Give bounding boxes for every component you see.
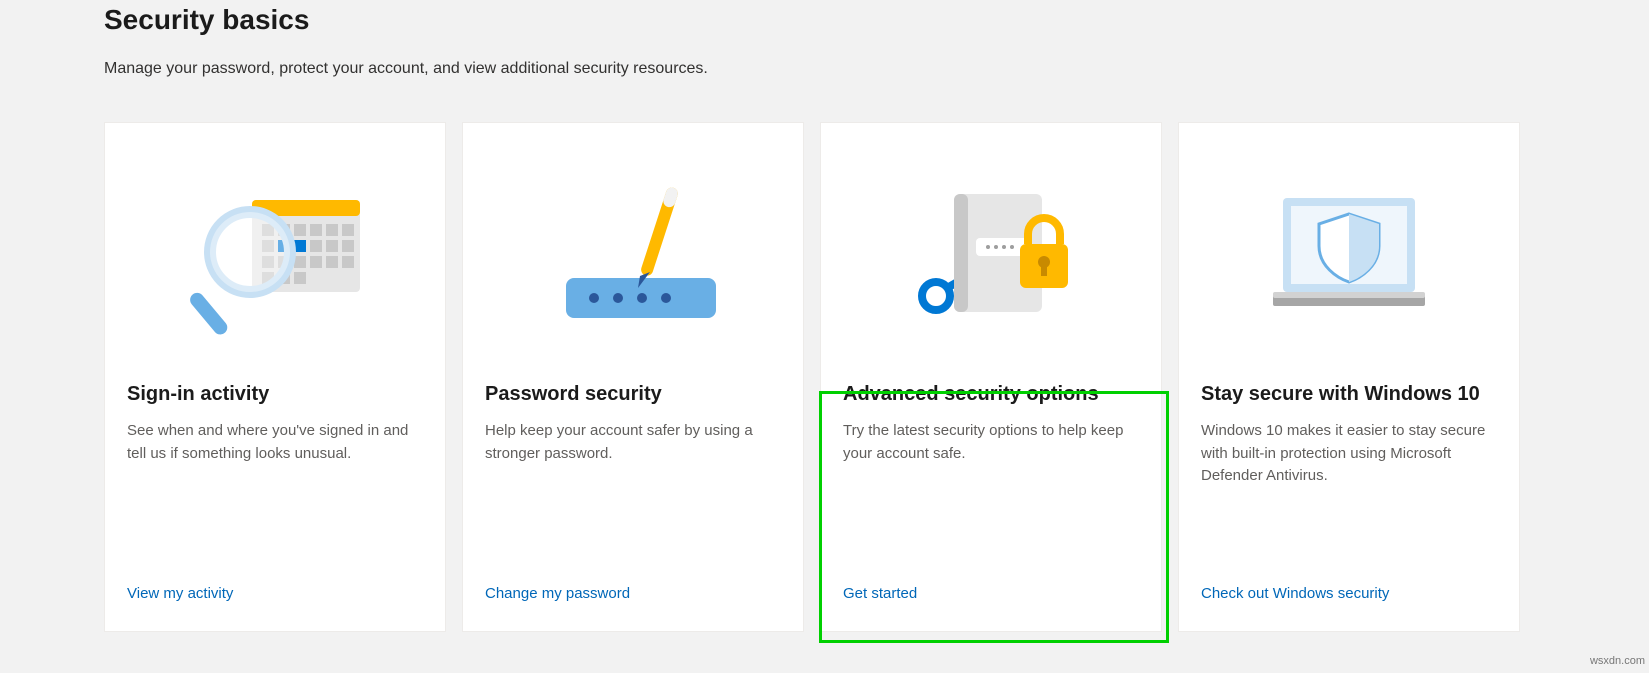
get-started-link[interactable]: Get started: [843, 585, 917, 602]
security-basics-page: Security basics Manage your password, pr…: [0, 4, 1649, 632]
page-subtitle: Manage your password, protect your accou…: [104, 60, 1649, 78]
card-body: Advanced security options Try the latest…: [821, 383, 1161, 585]
password-pen-icon: [463, 123, 803, 383]
card-title: Stay secure with Windows 10: [1201, 383, 1497, 406]
card-footer: Get started: [821, 585, 1161, 631]
card-body: Stay secure with Windows 10 Windows 10 m…: [1179, 383, 1519, 585]
card-footer: View my activity: [105, 585, 445, 631]
card-desc: Try the latest security options to help …: [843, 420, 1139, 465]
card-signin-activity[interactable]: Sign-in activity See when and where you'…: [104, 122, 446, 632]
card-windows-security[interactable]: Stay secure with Windows 10 Windows 10 m…: [1178, 122, 1520, 632]
lock-key-notebook-icon: [821, 123, 1161, 383]
page-title: Security basics: [104, 4, 1649, 36]
watermark: wsxdn.com: [1590, 655, 1645, 667]
card-desc: Help keep your account safer by using a …: [485, 420, 781, 465]
card-body: Sign-in activity See when and where you'…: [105, 383, 445, 585]
change-password-link[interactable]: Change my password: [485, 585, 630, 602]
view-activity-link[interactable]: View my activity: [127, 585, 233, 602]
card-title: Password security: [485, 383, 781, 406]
laptop-shield-icon: [1179, 123, 1519, 383]
card-password-security[interactable]: Password security Help keep your account…: [462, 122, 804, 632]
card-advanced-security[interactable]: Advanced security options Try the latest…: [820, 122, 1162, 632]
card-footer: Change my password: [463, 585, 803, 631]
card-body: Password security Help keep your account…: [463, 383, 803, 585]
card-title: Advanced security options: [843, 383, 1139, 406]
card-desc: See when and where you've signed in and …: [127, 420, 423, 465]
card-footer: Check out Windows security: [1179, 585, 1519, 631]
magnifier-calendar-icon: [105, 123, 445, 383]
cards-row: Sign-in activity See when and where you'…: [104, 122, 1649, 632]
card-desc: Windows 10 makes it easier to stay secur…: [1201, 420, 1497, 488]
windows-security-link[interactable]: Check out Windows security: [1201, 585, 1389, 602]
card-title: Sign-in activity: [127, 383, 423, 406]
